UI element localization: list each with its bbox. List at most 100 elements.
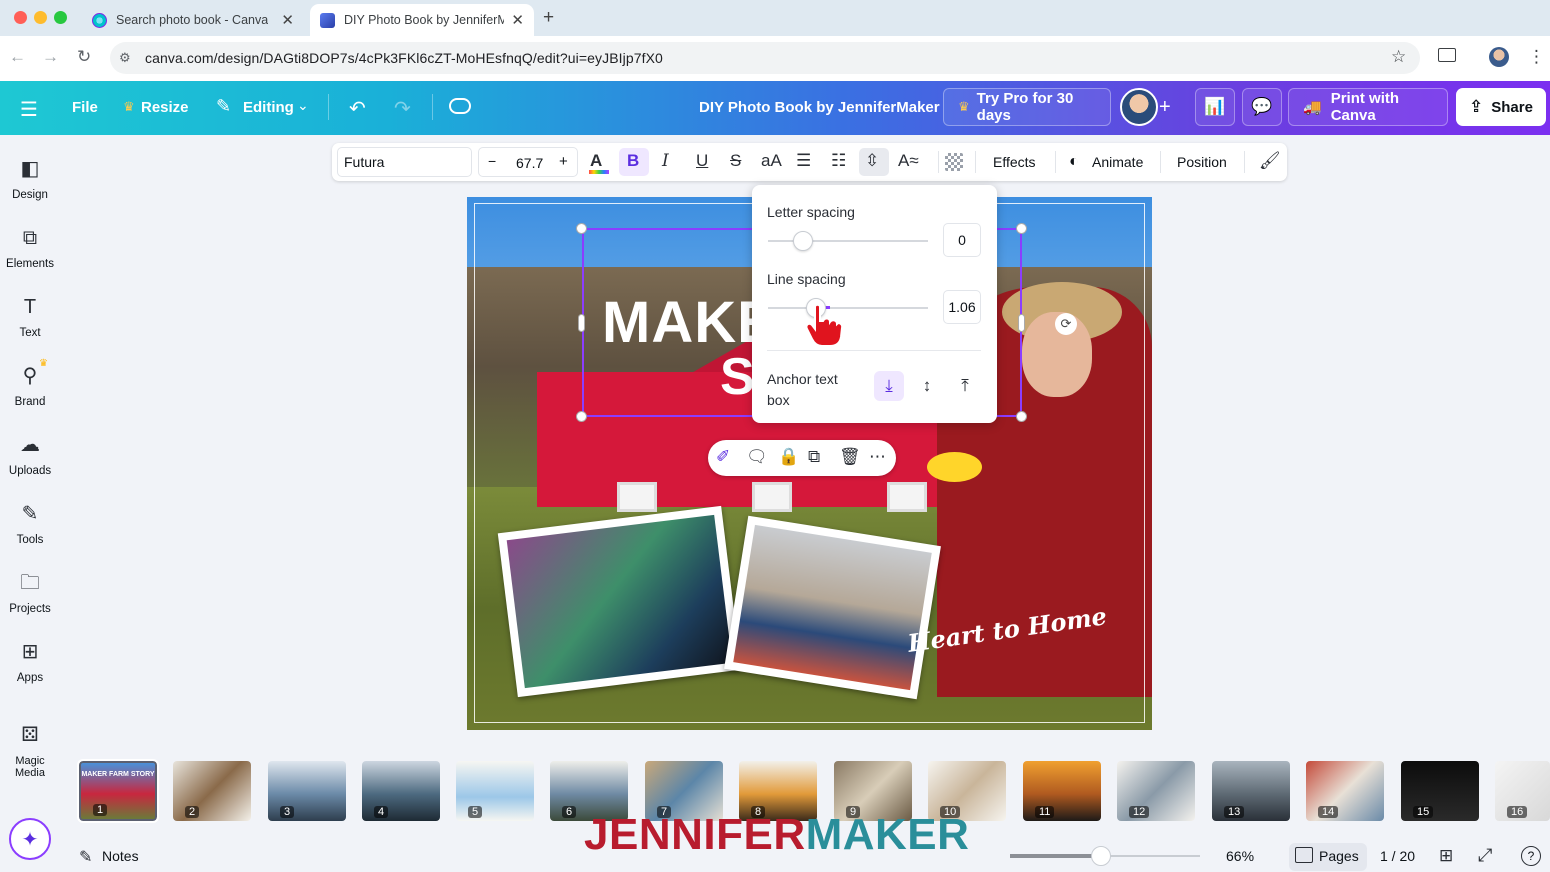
sidebar-item-magic-media[interactable]: ⚄ Magic Media — [0, 723, 60, 779]
new-tab-icon[interactable]: + — [543, 7, 554, 29]
anchor-middle-icon[interactable]: ↕ — [912, 371, 942, 401]
grid-view-icon[interactable]: ⊞ — [1439, 846, 1453, 866]
text-effects-icon[interactable]: A≈ — [898, 151, 919, 171]
page-thumbnail[interactable]: 4 — [362, 761, 440, 821]
side-resize-handle[interactable] — [578, 314, 585, 332]
close-tab-icon[interactable]: ✕ — [281, 11, 294, 29]
cloud-saved-icon[interactable] — [449, 98, 471, 114]
reload-icon[interactable]: ↻ — [77, 47, 91, 67]
forward-icon[interactable]: → — [42, 47, 59, 67]
resize-button[interactable]: Resize — [141, 99, 189, 116]
add-comment-icon[interactable]: 🗨 — [746, 447, 768, 467]
page-thumbnail[interactable]: 16 — [1495, 761, 1550, 821]
file-menu[interactable]: File — [72, 99, 98, 116]
resize-handle[interactable] — [576, 223, 587, 234]
page-thumbnail[interactable]: 3 — [268, 761, 346, 821]
lock-icon[interactable]: 🔒 — [778, 447, 799, 467]
magic-assistant-button[interactable]: ✦ — [9, 818, 51, 860]
profile-avatar[interactable] — [1489, 47, 1509, 67]
page-thumbnail[interactable]: 14 — [1306, 761, 1384, 821]
rotate-icon[interactable]: ⟳ — [1055, 313, 1077, 335]
letter-case-icon[interactable]: aA — [761, 151, 782, 171]
side-resize-handle[interactable] — [1018, 314, 1025, 332]
page-thumbnail[interactable]: 11 — [1023, 761, 1101, 821]
position-button[interactable]: Position — [1177, 154, 1227, 170]
sidebar-item-text[interactable]: T Text — [0, 295, 60, 339]
line-spacing-slider-track[interactable] — [768, 307, 928, 309]
close-window-button[interactable] — [14, 11, 27, 24]
sidebar-item-design[interactable]: ◧ Design — [0, 157, 60, 201]
sidebar-item-apps[interactable]: ⊞ Apps — [0, 640, 60, 684]
letter-spacing-slider-track[interactable] — [768, 240, 928, 242]
notes-button[interactable]: Notes — [102, 848, 139, 864]
page-thumbnail[interactable]: 12 — [1117, 761, 1195, 821]
font-family-dropdown[interactable]: Futura — [337, 147, 472, 177]
url-text[interactable]: canva.com/design/DAGti8DOP7s/4cPk3FKl6cZ… — [145, 50, 663, 66]
crown-icon: ♛ — [958, 99, 970, 114]
line-spacing-value[interactable]: 1.06 — [943, 290, 981, 324]
page-thumbnail[interactable]: 2 — [173, 761, 251, 821]
maximize-window-button[interactable] — [54, 11, 67, 24]
site-settings-icon[interactable]: ⚙ — [119, 50, 131, 66]
browser-tab-design[interactable]: DIY Photo Book by JenniferMaker ✕ — [310, 4, 534, 36]
sidebar-item-projects[interactable]: 🗀 Projects — [0, 571, 60, 615]
copy-style-paint-roller-icon[interactable]: 🖌 — [1259, 151, 1281, 171]
undo-icon[interactable]: ↶ — [349, 96, 366, 121]
add-collaborator-icon[interactable]: + — [1159, 96, 1171, 119]
duplicate-icon[interactable]: ⧉ — [808, 447, 820, 467]
redo-icon[interactable]: ↷ — [394, 96, 411, 121]
font-size-value[interactable]: 67.7 — [516, 155, 543, 171]
anchor-bottom-icon[interactable]: ⤒ — [950, 371, 980, 401]
animate-button[interactable]: Animate — [1092, 154, 1143, 170]
align-center-icon[interactable]: ☰ — [796, 151, 811, 171]
spacing-icon[interactable]: ⇳ — [865, 151, 879, 171]
bullet-list-icon[interactable]: ☷ — [831, 151, 846, 171]
page-thumbnail[interactable]: 13 — [1212, 761, 1290, 821]
trash-icon[interactable]: 🗑 — [839, 447, 861, 467]
resize-handle[interactable] — [1016, 411, 1027, 422]
sidebar-item-brand[interactable]: ⚲ Brand — [0, 364, 60, 408]
underline-icon[interactable]: U — [696, 151, 708, 171]
decrease-font-size-button[interactable]: − — [488, 153, 496, 169]
transparency-icon[interactable] — [945, 153, 963, 171]
cast-icon[interactable] — [1438, 48, 1456, 62]
page-thumbnail[interactable]: MAKER FARM STORY 1 — [77, 759, 159, 823]
zoom-slider-knob[interactable] — [1091, 846, 1112, 866]
resize-handle[interactable] — [1016, 223, 1027, 234]
back-icon[interactable]: ← — [9, 47, 26, 67]
text-color-icon[interactable]: A — [590, 151, 602, 171]
page-thumbnail[interactable]: 5 — [456, 761, 534, 821]
more-options-icon[interactable]: ⋯ — [869, 447, 886, 467]
insights-button[interactable]: 📊 — [1195, 88, 1235, 126]
fullscreen-icon[interactable]: ⤢ — [1478, 845, 1492, 866]
anchor-top-icon[interactable]: ⤓ — [874, 371, 904, 401]
minimize-window-button[interactable] — [34, 11, 47, 24]
sidebar-item-tools[interactable]: ✎ Tools — [0, 502, 60, 546]
editing-mode-dropdown[interactable]: Editing — [243, 99, 294, 116]
magic-write-icon[interactable]: ✐ — [716, 447, 730, 467]
page-thumbnail[interactable]: 15 — [1401, 761, 1479, 821]
resize-handle[interactable] — [576, 411, 587, 422]
sparkle-icon: ✦ — [21, 828, 39, 851]
increase-font-size-button[interactable]: + — [559, 153, 568, 170]
bookmark-star-icon[interactable]: ☆ — [1391, 47, 1406, 67]
sidebar-item-uploads[interactable]: ☁ Uploads — [0, 433, 60, 477]
browser-menu-icon[interactable]: ⋮ — [1528, 47, 1545, 67]
try-pro-button[interactable]: ♛ Try Pro for 30 days — [943, 88, 1111, 126]
print-with-canva-button[interactable]: 🚚 Print with Canva — [1288, 88, 1448, 126]
design-title[interactable]: DIY Photo Book by JenniferMaker — [699, 99, 940, 116]
browser-tab-search[interactable]: Search photo book - Canva ✕ — [82, 4, 304, 36]
user-avatar[interactable] — [1120, 88, 1158, 126]
letter-spacing-value[interactable]: 0 — [943, 223, 981, 257]
comments-button[interactable]: 💬 — [1242, 88, 1282, 126]
strikethrough-icon[interactable]: S — [730, 151, 741, 171]
effects-button[interactable]: Effects — [993, 154, 1036, 170]
share-button[interactable]: ⇪ Share — [1456, 88, 1546, 126]
sidebar-item-elements[interactable]: ⧉ Elements — [0, 226, 60, 270]
bold-icon[interactable]: B — [627, 151, 639, 171]
close-tab-icon[interactable]: ✕ — [511, 11, 524, 29]
main-menu-icon[interactable]: ☰ — [20, 97, 38, 122]
zoom-level[interactable]: 66% — [1226, 848, 1254, 864]
help-icon[interactable]: ? — [1521, 846, 1541, 866]
italic-icon[interactable]: I — [662, 151, 669, 171]
